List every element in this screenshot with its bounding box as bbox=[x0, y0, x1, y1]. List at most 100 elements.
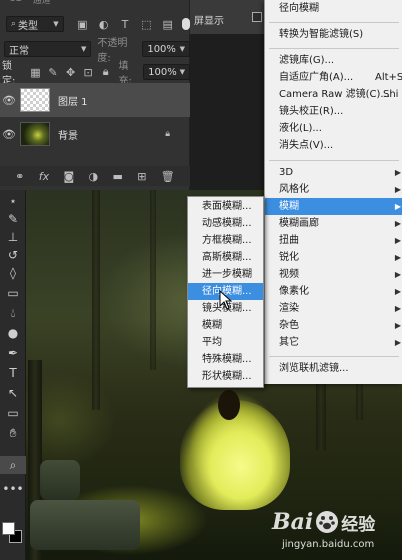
submenu-item-average[interactable]: 平均 bbox=[188, 334, 263, 351]
tab-3d[interactable]: 3D bbox=[10, 0, 23, 4]
menu-item-render[interactable]: 渲染 ▶ bbox=[265, 300, 402, 317]
menu-separator bbox=[269, 22, 399, 23]
add-mask-icon[interactable]: ◙ bbox=[63, 170, 74, 183]
menu-item-adaptive-wide-angle[interactable]: 自适应广角(A)... Alt+Sh bbox=[265, 69, 402, 86]
menu-item-3d[interactable]: 3D ▶ bbox=[265, 164, 402, 181]
submenu-item-label: 特殊模糊... bbox=[202, 354, 252, 365]
submenu-item-motion-blur[interactable]: 动感模糊... bbox=[188, 215, 263, 232]
trash-icon[interactable]: 🗑︎ bbox=[161, 170, 175, 183]
new-layer-icon[interactable]: ⊞ bbox=[137, 170, 146, 183]
lock-position-icon[interactable]: ✥ bbox=[64, 66, 78, 79]
submenu-item-label: 高斯模糊... bbox=[202, 252, 252, 263]
submenu-item-surface-blur[interactable]: 表面模糊... bbox=[188, 198, 263, 215]
menu-item-label: 浏览联机滤镜... bbox=[279, 363, 349, 374]
adjustment-filter-icon[interactable]: ◐ bbox=[97, 18, 110, 31]
dodge-tool-icon[interactable]: ● bbox=[0, 324, 26, 342]
pen-tool-icon[interactable]: ✒ bbox=[0, 344, 26, 362]
menu-item-lens-correction[interactable]: 镜头校正(R)... bbox=[265, 103, 402, 120]
opacity-input[interactable]: 100% ▼ bbox=[142, 41, 190, 57]
submenu-arrow-icon: ▶ bbox=[394, 287, 401, 296]
lock-row: 锁定: ▦ ✎ ✥ ⊡ 🔒︎ 填充: 100% ▼ bbox=[0, 61, 190, 87]
menu-item-shortcut: Alt+Sh bbox=[375, 72, 402, 83]
eye-icon[interactable]: 👁︎ bbox=[0, 128, 18, 141]
submenu-item-blur-more[interactable]: 进一步模糊 bbox=[188, 266, 263, 283]
move-tool-icon[interactable]: ⋆ bbox=[0, 192, 26, 210]
tab-channels[interactable]: 通道 bbox=[33, 0, 51, 6]
menu-item-camera-raw[interactable]: Camera Raw 滤镜(C)... Shi bbox=[265, 86, 402, 103]
folder-icon[interactable]: ▬ bbox=[112, 170, 122, 183]
fx-icon[interactable]: fx bbox=[39, 170, 49, 183]
submenu-item-smart-blur[interactable]: 特殊模糊... bbox=[188, 351, 263, 368]
smart-object-filter-icon[interactable]: ▤ bbox=[161, 18, 174, 31]
more-tools-icon[interactable]: ••• bbox=[0, 480, 26, 498]
watermark-brand-cn: 经验 bbox=[341, 514, 376, 535]
submenu-arrow-icon: ▶ bbox=[394, 304, 401, 313]
fill-input[interactable]: 100% ▼ bbox=[143, 64, 190, 80]
watermark-brand: Bai bbox=[272, 509, 314, 535]
blend-row: 正常 ▼ 不透明度: 100% ▼ bbox=[0, 38, 190, 64]
menu-item-video[interactable]: 视频 ▶ bbox=[265, 266, 402, 283]
brush-tool-icon[interactable]: ✎ bbox=[0, 210, 26, 228]
submenu-item-gaussian-blur[interactable]: 高斯模糊... bbox=[188, 249, 263, 266]
link-layers-icon[interactable]: ⚭ bbox=[15, 170, 24, 183]
menu-item-blur[interactable]: 模糊 ▶ bbox=[265, 198, 402, 215]
lock-artboard-icon[interactable]: ⊡ bbox=[81, 66, 95, 79]
paw-logo-icon bbox=[316, 511, 339, 533]
eraser-tool-icon[interactable]: ◊ bbox=[0, 264, 26, 282]
menu-item-vanishing-point[interactable]: 消失点(V)... bbox=[265, 137, 402, 154]
foreground-color-swatch[interactable] bbox=[2, 522, 15, 535]
blur-tool-icon[interactable]: 💧︎ bbox=[0, 304, 26, 322]
menu-item-browse-online-filters[interactable]: 浏览联机滤镜... bbox=[265, 360, 402, 377]
shape-tool-icon[interactable]: ▭ bbox=[0, 404, 26, 422]
lock-all-icon[interactable]: 🔒︎ bbox=[99, 65, 113, 79]
menu-item-pixelate[interactable]: 像素化 ▶ bbox=[265, 283, 402, 300]
lock-pixels-icon[interactable]: ✎ bbox=[46, 66, 60, 79]
menu-item-sharpen[interactable]: 锐化 ▶ bbox=[265, 249, 402, 266]
submenu-item-label: 方框模糊... bbox=[202, 235, 252, 246]
layer-row-layer-1[interactable]: 👁︎ 图层 1 bbox=[0, 83, 190, 117]
path-select-icon[interactable]: ↖ bbox=[0, 384, 26, 402]
submenu-arrow-icon: ▶ bbox=[394, 236, 401, 245]
menu-item-blur-gallery[interactable]: 模糊画廊 ▶ bbox=[265, 215, 402, 232]
type-tool-icon[interactable]: T bbox=[0, 364, 26, 382]
menu-item-label: 径向模糊 bbox=[279, 3, 319, 14]
hand-tool-icon[interactable]: ✋︎ bbox=[0, 424, 26, 442]
blend-mode-select[interactable]: 正常 ▼ bbox=[4, 41, 92, 57]
submenu-item-shape-blur[interactable]: 形状模糊... bbox=[188, 368, 263, 385]
submenu-item-label: 动感模糊... bbox=[202, 218, 252, 229]
menu-item-distort[interactable]: 扭曲 ▶ bbox=[265, 232, 402, 249]
submenu-item-box-blur[interactable]: 方框模糊... bbox=[188, 232, 263, 249]
menu-item-label: 3D bbox=[279, 167, 294, 178]
type-filter-icon[interactable]: T bbox=[118, 18, 131, 31]
submenu-item-blur[interactable]: 模糊 bbox=[188, 317, 263, 334]
submenu-arrow-icon: ▶ bbox=[394, 270, 401, 279]
zoom-tool-icon[interactable]: ⌕ bbox=[0, 456, 26, 474]
pixel-filter-icon[interactable]: ▣ bbox=[76, 18, 89, 31]
menu-separator bbox=[269, 48, 399, 49]
menu-item-label: 转换为智能滤镜(S) bbox=[279, 29, 364, 40]
menu-item-liquify[interactable]: 液化(L)... bbox=[265, 120, 402, 137]
chevron-down-icon: ▼ bbox=[80, 45, 87, 53]
menu-item-filter-gallery[interactable]: 滤镜库(G)... bbox=[265, 52, 402, 69]
eye-icon[interactable]: 👁︎ bbox=[0, 94, 18, 107]
submenu-item-label: 形状模糊... bbox=[202, 371, 252, 382]
lock-icon: 🔒︎ bbox=[165, 129, 170, 139]
menu-item-other[interactable]: 其它 ▶ bbox=[265, 334, 402, 351]
checkbox[interactable] bbox=[252, 12, 262, 22]
layer-row-background[interactable]: 👁︎ 背景 🔒︎ bbox=[0, 117, 190, 151]
menu-item-stylize[interactable]: 风格化 ▶ bbox=[265, 181, 402, 198]
filter-kind-select[interactable]: ⌕ 类型 ▼ bbox=[6, 16, 64, 32]
adjustment-layer-icon[interactable]: ◑ bbox=[89, 170, 99, 183]
stamp-tool-icon[interactable]: ⊥ bbox=[0, 228, 26, 246]
gradient-tool-icon[interactable]: ▭ bbox=[0, 284, 26, 302]
menu-item-convert-smart[interactable]: 转换为智能滤镜(S) bbox=[265, 26, 402, 43]
lock-transparent-icon[interactable]: ▦ bbox=[29, 66, 43, 79]
filter-toggle[interactable] bbox=[182, 18, 190, 30]
menu-item-last-filter[interactable]: 径向模糊 bbox=[265, 0, 402, 17]
menu-item-noise[interactable]: 杂色 ▶ bbox=[265, 317, 402, 334]
menu-item-shortcut: Shi bbox=[383, 89, 399, 100]
shape-filter-icon[interactable]: ⬚ bbox=[140, 18, 153, 31]
history-brush-icon[interactable]: ↺ bbox=[0, 246, 26, 264]
menu-item-label: 液化(L)... bbox=[279, 123, 322, 134]
submenu-arrow-icon: ▶ bbox=[394, 219, 401, 228]
